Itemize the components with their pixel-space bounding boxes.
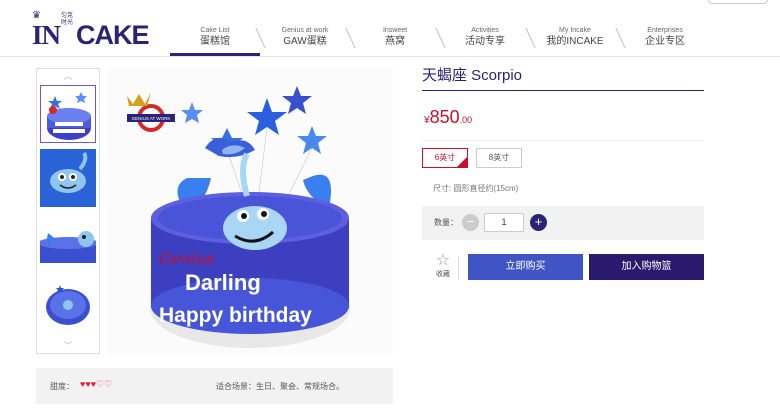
nav-item-en: Insweet xyxy=(382,27,408,34)
quantity-input[interactable]: 1 xyxy=(484,213,524,232)
thumbnail-1[interactable] xyxy=(40,85,96,143)
buy-now-button[interactable]: 立即购买 xyxy=(468,254,583,280)
occasion-text: 适合场景：生日、聚会、常规场合。 xyxy=(216,382,344,391)
check-icon xyxy=(456,151,479,169)
product-title: 天蝎座 Scorpio xyxy=(422,67,523,84)
price-decimal: .00 xyxy=(459,115,473,125)
price-integer: 850 xyxy=(429,107,460,127)
nav-item-en: Activities xyxy=(471,27,499,34)
thumbnail-2[interactable] xyxy=(40,149,96,207)
star-icon: ☆ xyxy=(435,252,451,269)
nav-item-en: My Incake xyxy=(559,27,591,34)
header-dropdown-tab[interactable] xyxy=(708,0,768,4)
product-price: ¥850.00 xyxy=(424,107,472,128)
quantity-plus-button[interactable]: + xyxy=(530,214,547,231)
site-header: ♛ IN 匀克时光 CAKE Cake List 蛋糕馆 Genius at w… xyxy=(0,0,780,57)
incake-logo[interactable]: ♛ IN 匀克时光 CAKE xyxy=(30,10,150,50)
thumbnail-4[interactable] xyxy=(40,277,96,335)
nav-item-en: Enterprises xyxy=(647,27,683,34)
size-option-6in[interactable]: 6英寸 xyxy=(422,148,479,169)
nav-item-cake-list[interactable]: Cake List 蛋糕馆 xyxy=(170,22,260,56)
nav-item-zh: GAW蛋糕 xyxy=(283,36,327,47)
size-option-label: 6英寸 xyxy=(434,153,456,162)
nav-item-zh: 活动专享 xyxy=(465,36,505,47)
product-main-image: GENIUS AT WORK Genius Darling Happy birt… xyxy=(107,68,393,354)
heart-outline-icon: ♡♡ xyxy=(96,379,113,389)
cake-text-darling: Darling xyxy=(185,270,261,295)
quantity-label: 数量： xyxy=(434,218,458,227)
action-divider xyxy=(458,256,459,280)
nav-item-zh: 我的INCAKE xyxy=(546,36,604,47)
quantity-panel: 数量： − 1 + xyxy=(422,206,704,240)
thumbnail-3[interactable] xyxy=(40,213,96,271)
chevron-up-icon[interactable]: ︿ xyxy=(37,69,99,83)
chevron-down-icon[interactable]: ﹀ xyxy=(37,339,99,353)
favorite-label: 收藏 xyxy=(436,271,450,278)
nav-item-gaw[interactable]: Genius at work GAW蛋糕 xyxy=(260,22,350,56)
nav-item-enterprises[interactable]: Enterprises 企业专区 xyxy=(620,22,710,56)
heart-icon: ♥♥♥ xyxy=(80,379,97,389)
sweetness-rating: ♥♥♥♡♡ xyxy=(80,379,112,390)
logo-in: IN xyxy=(32,20,61,50)
nav-item-zh: 燕窝 xyxy=(385,36,405,47)
logo-cake: CAKE xyxy=(76,20,150,50)
main-nav: Cake List 蛋糕馆 Genius at work GAW蛋糕 Inswe… xyxy=(170,22,710,56)
nav-item-zh: 企业专区 xyxy=(645,36,685,47)
nav-item-zh: 蛋糕馆 xyxy=(200,36,230,47)
thumbnail-strip: ︿ ﹀ xyxy=(36,68,100,354)
nav-item-my-incake[interactable]: My Incake 我的INCAKE xyxy=(530,22,620,56)
cake-genius-script: Genius xyxy=(159,249,215,268)
quantity-minus-button[interactable]: − xyxy=(462,214,479,231)
genius-badge-text: GENIUS AT WORK xyxy=(132,116,171,121)
size-option-8in[interactable]: 8英寸 xyxy=(476,148,522,168)
sweetness-label: 甜度： xyxy=(50,382,74,391)
nav-item-activities[interactable]: Activities 活动专享 xyxy=(440,22,530,56)
nav-item-en: Cake List xyxy=(200,27,230,34)
size-option-label: 8英寸 xyxy=(488,153,510,162)
title-divider xyxy=(422,90,704,91)
cake-text-birthday: Happy birthday xyxy=(159,304,312,327)
size-description: 尺寸: 圆形直径约(15cm) xyxy=(433,184,519,193)
nav-item-en: Genius at work xyxy=(281,27,329,34)
price-divider xyxy=(422,140,704,141)
nav-item-insweet[interactable]: Insweet 燕窝 xyxy=(350,22,440,56)
favorite-button[interactable]: ☆ 收藏 xyxy=(432,253,454,279)
product-details-bar: 甜度： ♥♥♥♡♡ 适合场景：生日、聚会、常规场合。 xyxy=(36,368,393,404)
add-to-cart-button[interactable]: 加入购物篮 xyxy=(589,254,704,280)
logo-cn: 匀克时光 xyxy=(61,13,74,26)
